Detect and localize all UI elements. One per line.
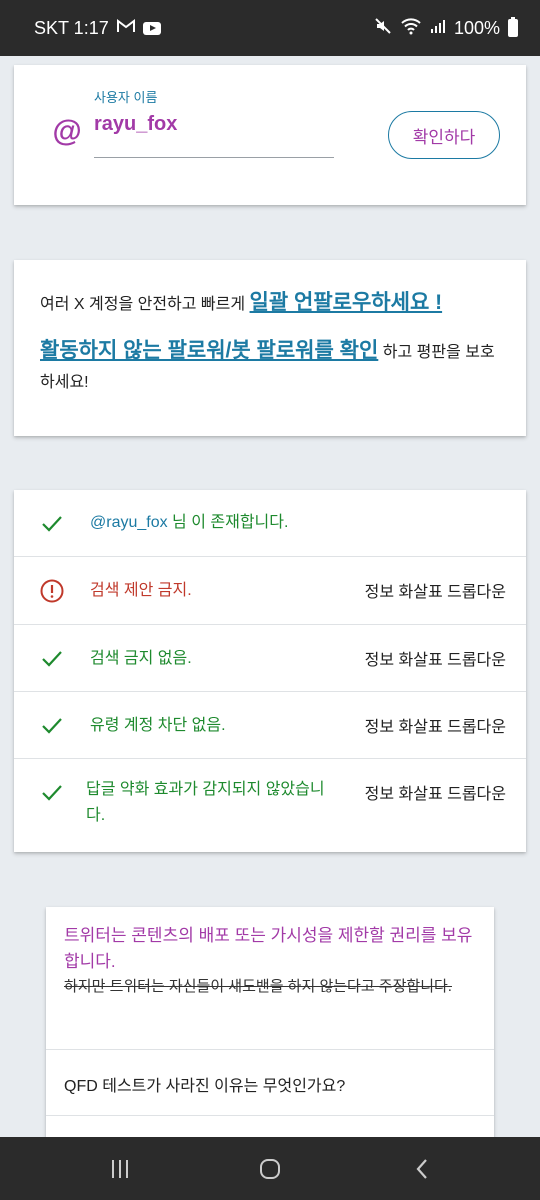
result-message: 검색 제안 금지. <box>90 582 192 599</box>
faq-title: 트위터는 콘텐츠의 배포 또는 가시성을 제한할 권리를 보유합니다. <box>64 926 473 971</box>
result-row-search-ban: 검색 금지 없음. 정보 화살표 드롭다운 <box>14 625 526 692</box>
check-icon <box>42 516 62 532</box>
results-card: @rayu_fox 님 이 존재합니다. 검색 제안 금지. 정보 화살표 드롭… <box>14 490 526 852</box>
status-bar: SKT 1:17 100% <box>0 0 540 56</box>
info-line-1: 여러 X 계정을 안전하고 빠르게 일괄 언팔로우하세요 ! <box>40 288 502 320</box>
result-message: 검색 금지 없음. <box>90 650 192 667</box>
info-text-1: 여러 X 계정을 안전하고 빠르게 <box>40 296 250 313</box>
alert-circle-icon <box>40 579 64 603</box>
info-dropdown-link[interactable]: 정보 화살표 드롭다운 <box>365 713 506 737</box>
signal-icon <box>430 18 446 38</box>
result-message: 유령 계정 차단 없음. <box>90 717 226 734</box>
faq-question[interactable]: QFD 테스트가 사라진 이유는 무엇인가요? <box>46 1050 494 1116</box>
result-row-search-suggestion-ban: 검색 제안 금지. 정보 화살표 드롭다운 <box>14 557 526 625</box>
carrier-time: SKT 1:17 <box>34 17 109 38</box>
input-underline <box>94 157 334 158</box>
check-icon <box>42 785 62 801</box>
youtube-icon <box>142 21 161 35</box>
result-row-reply-deboost: 답글 약화 효과가 감지되지 않았습니다. 정보 화살표 드롭다운 <box>14 759 526 852</box>
gmail-icon <box>116 19 135 37</box>
confirm-button[interactable]: 확인하다 <box>388 111 500 159</box>
info-dropdown-link[interactable]: 정보 화살표 드롭다운 <box>365 578 506 602</box>
check-icon <box>42 718 62 734</box>
result-row-exists: @rayu_fox 님 이 존재합니다. <box>14 490 526 557</box>
username-label: 사용자 이름 <box>94 90 158 105</box>
faq-header: 트위터는 콘텐츠의 배포 또는 가시성을 제한할 권리를 보유합니다. 하지만 … <box>46 907 494 1050</box>
home-icon[interactable] <box>258 1157 282 1181</box>
system-navigation-bar <box>0 1137 540 1200</box>
check-followers-link[interactable]: 활동하지 않는 팔로워/봇 팔로워를 확인 <box>40 339 378 362</box>
at-sign-icon: @ <box>52 115 82 148</box>
result-handle: @rayu_fox <box>90 514 168 531</box>
info-line-2: 활동하지 않는 팔로워/봇 팔로워를 확인 하고 평판을 보호하세요! <box>40 336 502 398</box>
recent-apps-icon[interactable] <box>108 1157 132 1181</box>
result-message: 님 이 존재합니다. <box>167 514 289 531</box>
result-text: @rayu_fox 님 이 존재합니다. <box>90 510 288 536</box>
mass-unfollow-link[interactable]: 일괄 언팔로우하세요 ! <box>250 291 443 314</box>
back-icon[interactable] <box>410 1157 434 1181</box>
check-icon <box>42 651 62 667</box>
wifi-icon <box>400 17 422 39</box>
faq-strikethrough-text: 하지만 트위터는 자신들이 섀도밴을 하지 않는다고 주장합니다. <box>64 978 452 995</box>
info-dropdown-link[interactable]: 정보 화살표 드롭다운 <box>365 646 506 670</box>
info-card: 여러 X 계정을 안전하고 빠르게 일괄 언팔로우하세요 ! 활동하지 않는 팔… <box>14 260 526 436</box>
mute-icon <box>374 17 392 39</box>
result-message: 답글 약화 효과가 감지되지 않았습니다. <box>86 781 325 824</box>
username-card: @ 사용자 이름 확인하다 <box>14 65 526 205</box>
battery-percent: 100% <box>453 17 500 38</box>
result-row-ghost-ban: 유령 계정 차단 없음. 정보 화살표 드롭다운 <box>14 692 526 759</box>
battery-icon <box>508 17 518 37</box>
info-dropdown-link[interactable]: 정보 화살표 드롭다운 <box>365 780 506 804</box>
username-input[interactable] <box>94 113 334 136</box>
